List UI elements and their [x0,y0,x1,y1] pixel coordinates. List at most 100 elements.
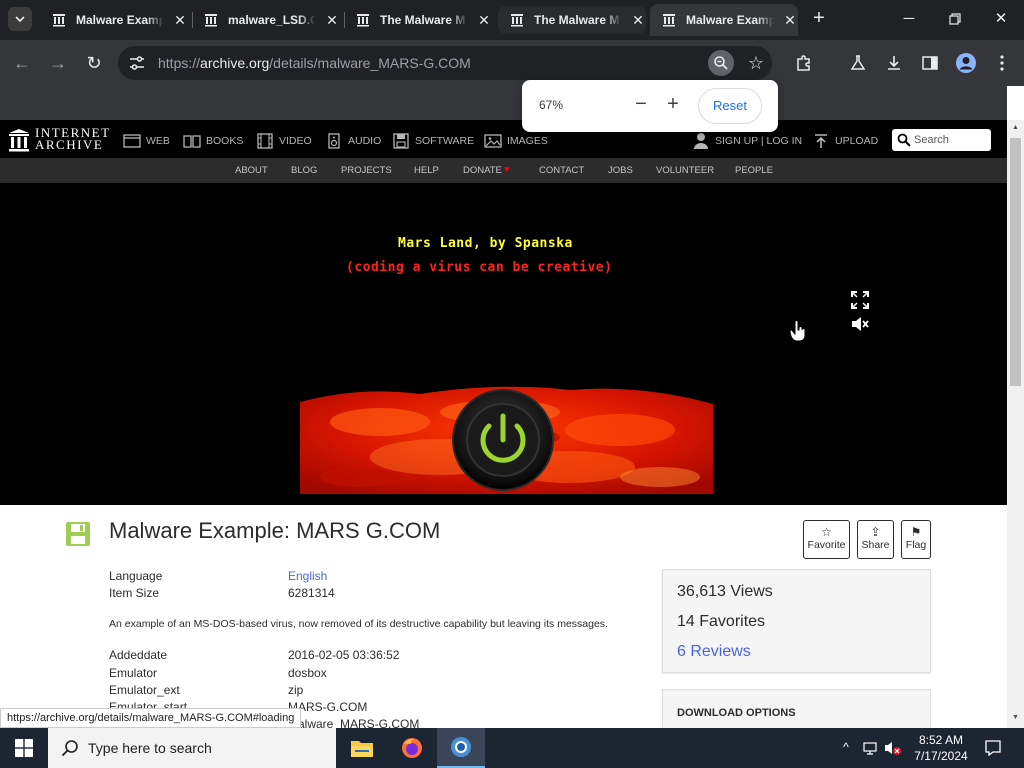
sub-nav-jobs[interactable]: JOBS [608,165,633,176]
tab-title: The Malware M [534,13,620,27]
arrow-right-icon: → [49,53,67,73]
chrome-icon [451,737,471,757]
scroll-down-arrow-icon[interactable]: ▼ [1011,714,1020,721]
side-panel-button[interactable] [918,51,942,75]
zoom-reset-button[interactable]: Reset [698,88,762,124]
downloads-button[interactable] [882,51,906,75]
share-button[interactable]: ⇪ Share [857,520,894,559]
software-icon [392,133,410,149]
meta-key-emulator: Emulator [109,666,158,680]
meta-value-language-link[interactable]: English [288,569,327,583]
browser-tab-3[interactable]: The Malware M ✕ [344,6,494,34]
folder-icon [351,741,373,757]
nav-web-label: WEB [146,135,170,147]
nav-web[interactable]: WEB [123,132,170,150]
taskbar-search-placeholder: Type here to search [88,740,212,756]
star-icon: ☆ [821,525,832,539]
file-explorer-taskbar-button[interactable] [338,728,386,768]
close-tab-icon[interactable]: ✕ [324,12,340,29]
reviews-link[interactable]: 6 Reviews [677,643,751,661]
labs-button[interactable] [846,51,870,75]
close-icon: ✕ [994,10,1008,27]
nav-images-label: IMAGES [507,135,548,147]
close-window-button[interactable]: ✕ [990,8,1012,30]
restore-button[interactable] [944,8,966,30]
tray-overflow-chevron-icon[interactable]: ^ [838,740,854,756]
back-button[interactable]: ← [10,51,34,75]
star-icon: ☆ [747,53,765,73]
download-options-box: DOWNLOAD OPTIONS [662,689,931,728]
sub-nav-about[interactable]: ABOUT [235,165,268,176]
close-tab-icon[interactable]: ✕ [630,12,646,29]
ia-logo-text[interactable]: INTERNET ARCHIVE [35,126,111,151]
sub-nav-blog[interactable]: BLOG [291,165,317,176]
volume-muted-icon[interactable] [884,740,901,756]
taskbar-search-box[interactable]: Type here to search [48,728,336,768]
tab-search-button[interactable] [8,7,32,31]
zoom-indicator-button[interactable] [708,50,734,76]
sub-nav-projects[interactable]: PROJECTS [341,165,392,176]
zoom-out-button[interactable]: − [629,93,653,117]
plus-icon: + [667,93,679,115]
fullscreen-button[interactable] [851,291,869,314]
zoom-popup: 67% − + Reset [522,80,778,132]
mute-button[interactable] [851,316,869,337]
sub-nav-contact[interactable]: CONTACT [539,165,584,176]
close-tab-icon[interactable]: ✕ [782,12,798,29]
scroll-up-arrow-icon[interactable]: ▲ [1011,124,1020,131]
minus-icon: − [635,93,647,115]
nav-video[interactable]: VIDEO [256,132,312,150]
nav-images[interactable]: IMAGES [484,132,548,150]
forward-button[interactable]: → [46,51,70,75]
nav-software[interactable]: SOFTWARE [392,132,474,150]
notifications-button[interactable] [984,739,1001,757]
bookmark-button[interactable]: ☆ [744,51,768,75]
url-path: /details/malware_MARS-G.COM [269,55,471,71]
web-icon [123,133,141,149]
audio-icon [325,133,343,149]
emulator-text-line-1: Mars Land, by Spanska [398,236,573,251]
zoom-in-button[interactable]: + [661,93,685,117]
scrollbar-thumb[interactable] [1010,138,1021,386]
emulator-power-button[interactable] [451,388,555,492]
browser-tab-5-active[interactable]: Malware Examp ✕ [650,4,798,36]
start-button[interactable] [0,728,48,768]
new-tab-button[interactable]: + [808,8,830,30]
chrome-taskbar-button[interactable] [437,728,485,768]
sub-nav-donate[interactable]: DONATE [463,165,502,176]
close-tab-icon[interactable]: ✕ [476,12,492,29]
upload-link[interactable]: UPLOAD [812,132,878,150]
ia-logo-icon[interactable] [8,128,30,157]
sub-nav-people[interactable]: PEOPLE [735,165,773,176]
firefox-taskbar-button[interactable] [388,728,436,768]
sub-nav-volunteer[interactable]: VOLUNTEER [656,165,714,176]
search-icon [61,740,78,757]
fullscreen-icon [851,291,869,309]
browser-tab-4[interactable]: The Malware M ✕ [498,6,646,34]
profile-button[interactable] [954,51,978,75]
browser-tab-1[interactable]: Malware Examp ✕ [40,6,190,34]
close-tab-icon[interactable]: ✕ [172,12,188,29]
signup-login-link[interactable]: SIGN UP | LOG IN [692,132,802,150]
reload-button[interactable]: ↻ [82,51,106,75]
sub-nav-help[interactable]: HELP [414,165,439,176]
nav-books[interactable]: BOOKS [183,132,243,150]
minimize-button[interactable]: ─ [898,8,920,30]
meta-value-identifier: malware_MARS-G.COM [288,717,420,728]
site-settings-icon[interactable] [128,54,146,72]
taskbar-clock[interactable]: 8:52 AM 7/17/2024 [906,732,976,764]
chrome-menu-button[interactable] [990,51,1014,75]
flag-button[interactable]: ⚑ Flag [901,520,931,559]
address-bar[interactable]: https://archive.org/details/malware_MARS… [118,46,772,80]
nav-audio[interactable]: AUDIO [325,132,381,150]
ia-search-input[interactable]: Search [892,129,991,151]
url-host: archive.org [200,55,270,71]
network-icon[interactable] [862,740,878,756]
browser-tab-2[interactable]: malware_LSD.C ✕ [192,6,342,34]
extensions-button[interactable] [792,51,816,75]
favorite-button[interactable]: ☆ Favorite [803,520,850,559]
emulator-screen[interactable]: Mars Land, by Spanska (coding a virus ca… [0,183,1007,505]
page-scrollbar[interactable]: ▲ ▼ [1007,120,1024,728]
zoom-level: 67% [539,98,564,112]
archive-favicon-icon [510,13,524,27]
